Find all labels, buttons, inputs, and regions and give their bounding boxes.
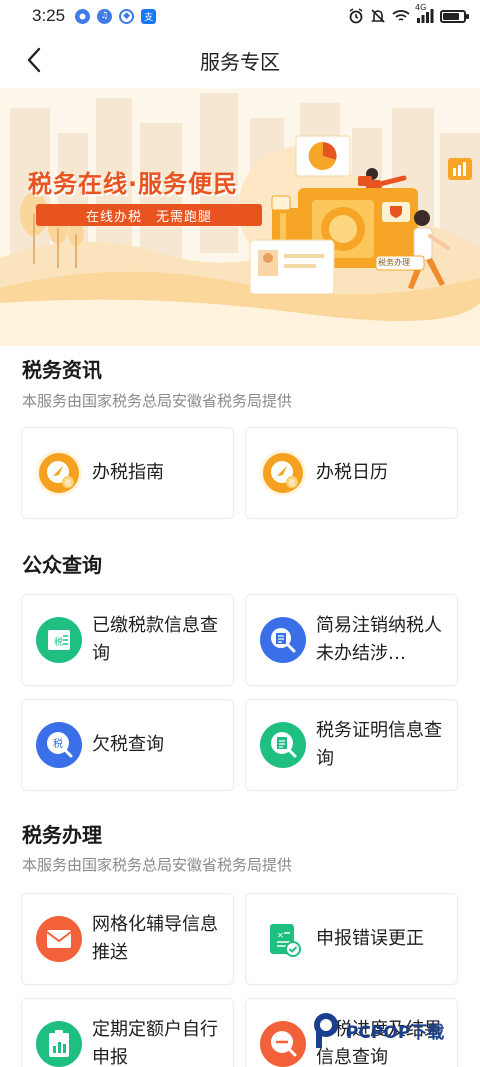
music-icon: ♫	[97, 8, 113, 24]
svg-text:税: 税	[54, 636, 63, 648]
card-label: 已缴税款信息查询	[92, 615, 218, 664]
section-title-tax-info: 税务资讯	[22, 358, 102, 382]
section-title-public-query: 公众查询	[22, 553, 102, 577]
card-label: 申报错误更正	[316, 928, 424, 949]
watermark-logo-icon	[314, 1013, 338, 1048]
tax-arrears-search-icon: 税	[36, 722, 82, 768]
card-fixed-quota-report[interactable]: 定期定额户自行申报	[21, 998, 234, 1067]
page-title: 服务专区	[200, 49, 280, 74]
card-deregistration[interactable]: 简易注销纳税人未办结涉…	[245, 594, 458, 686]
card-tax-calendar[interactable]: 税 办税日历	[245, 427, 458, 519]
nav-bar: 服务专区	[0, 32, 480, 88]
wifi-icon	[392, 9, 410, 23]
section-title-tax-handling: 税务办理	[22, 823, 102, 847]
card-label: 税务证明信息查询	[316, 720, 442, 769]
card-tax-certificate[interactable]: 税务证明信息查询	[245, 699, 458, 791]
card-tax-guide[interactable]: 税 办税指南	[21, 427, 234, 519]
declaration-correct-icon: ✕	[260, 916, 306, 962]
svg-text:税: 税	[289, 478, 296, 487]
card-label: 简易注销纳税人未办结涉…	[316, 615, 442, 664]
tax-certificate-icon	[260, 722, 306, 768]
card-grid-message[interactable]: 网格化辅导信息推送	[21, 893, 234, 985]
alarm-icon	[348, 8, 364, 24]
status-time: 3:25	[32, 6, 66, 25]
svg-text:税: 税	[53, 737, 63, 750]
svg-text:✕: ✕	[277, 931, 284, 940]
mute-icon	[370, 8, 386, 24]
section-subtitle-tax-info: 本服务由国家税务总局安徽省税务局提供	[22, 392, 293, 410]
back-button[interactable]	[18, 44, 50, 76]
svg-text:税: 税	[65, 478, 72, 487]
signal-icon: 4G	[415, 3, 434, 23]
card-label: 办税日历	[316, 462, 388, 483]
banner-ribbon-text: 在线办税 无需跑腿	[85, 209, 212, 225]
card-tax-arrears[interactable]: 税 欠税查询	[21, 699, 234, 791]
banner-headline: 税务在线·服务便民	[28, 170, 239, 198]
tax-guide-icon: 税	[36, 450, 82, 496]
chevron-left-icon	[27, 47, 41, 73]
card-label: 欠税查询	[92, 734, 164, 755]
card-label: 网格化辅导信息推送	[92, 914, 218, 963]
card-declaration-correction[interactable]: ✕ 申报错误更正	[245, 893, 458, 985]
paid-tax-icon: 税	[36, 617, 82, 663]
deregistration-search-icon	[260, 617, 306, 663]
battery-icon	[440, 9, 469, 23]
status-right-group: 4G	[348, 3, 469, 24]
tax-calendar-icon: 税	[260, 450, 306, 496]
grid-message-icon	[36, 916, 82, 962]
banner-badge: 税务办理	[378, 258, 410, 267]
status-bar: 3:25 ♫ ◆ 支 4G	[0, 0, 480, 32]
alipay-icon: 支	[141, 8, 157, 24]
card-label: 办税指南	[92, 462, 164, 483]
shield-app-icon: ◆	[119, 8, 135, 24]
section-subtitle-tax-handling: 本服务由国家税务总局安徽省税务局提供	[22, 856, 293, 874]
network-type: 4G	[415, 3, 427, 12]
banner[interactable]: 税务在线·服务便民 在线办税 无需跑腿 税务办理	[0, 88, 480, 346]
card-paid-tax-info[interactable]: 税 已缴税款信息查询	[21, 594, 234, 686]
fixed-quota-report-icon	[36, 1021, 82, 1067]
watermark-text: PCPOP下载	[346, 1022, 445, 1043]
app-circle-icon	[75, 8, 91, 24]
progress-search-icon	[260, 1021, 306, 1067]
card-label: 定期定额户自行申报	[92, 1019, 218, 1067]
banner-ribbon: 在线办税 无需跑腿	[36, 204, 262, 226]
watermark: PCPOP下载	[310, 1006, 444, 1054]
